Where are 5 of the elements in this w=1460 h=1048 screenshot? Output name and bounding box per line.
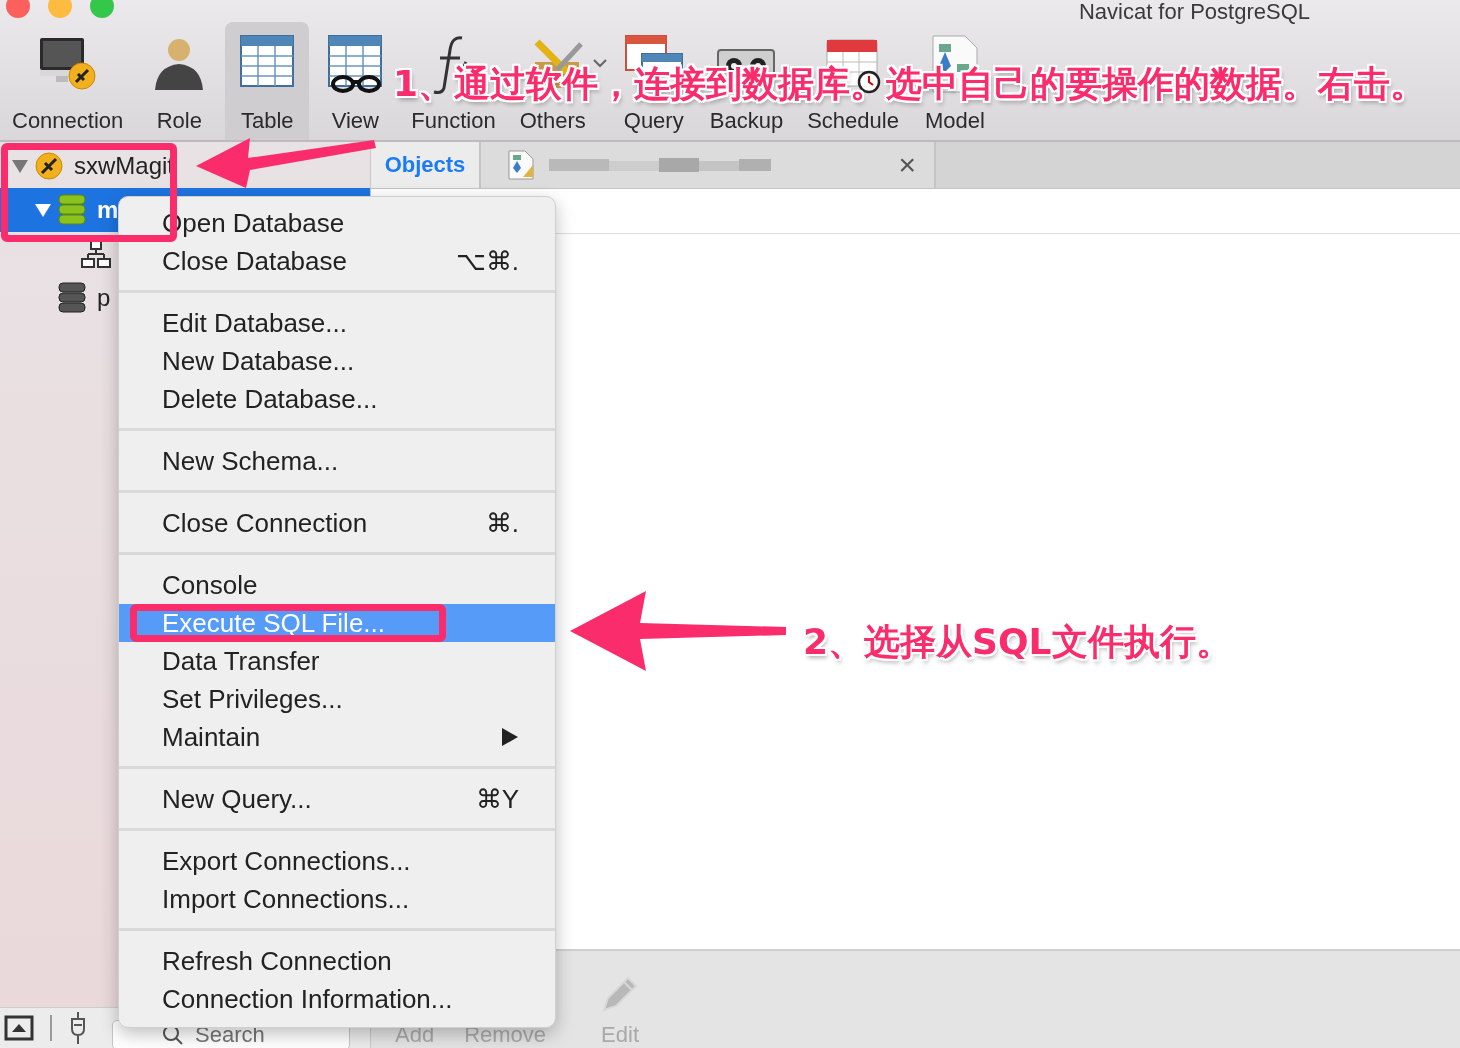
annotation-text: 2、选择从SQL文件执行。	[803, 620, 1232, 664]
window-title: Navicat for PostgreSQL	[1078, 0, 1310, 24]
tree-label: m	[97, 196, 119, 224]
tree-label: sxwMagit	[74, 152, 175, 180]
tree-label: p	[97, 284, 111, 312]
